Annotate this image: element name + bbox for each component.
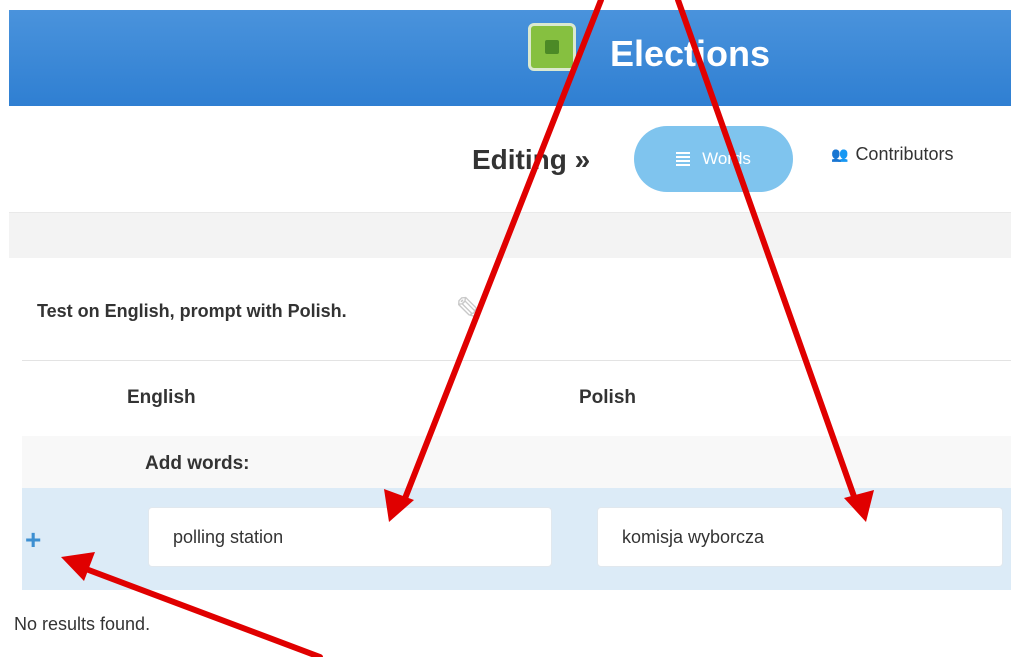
tab-words[interactable]: Words <box>634 126 793 192</box>
add-words-label: Add words: <box>145 453 250 474</box>
section-divider <box>9 213 1011 258</box>
english-word-input[interactable] <box>148 507 552 567</box>
pencil-icon[interactable]: ✎ <box>455 293 484 327</box>
new-word-row: + <box>22 488 1011 590</box>
elections-logo-icon[interactable] <box>528 23 576 71</box>
list-icon <box>676 152 691 166</box>
no-results-message: No results found. <box>14 614 151 634</box>
tab-contributors[interactable]: 👥 Contributors <box>831 144 953 165</box>
add-words-row: Add words: <box>22 436 1011 488</box>
tab-words-label: Words <box>702 149 751 168</box>
logo-mark <box>545 40 559 54</box>
column-header-polish: Polish <box>579 387 637 408</box>
tab-contributors-label: Contributors <box>855 144 954 164</box>
polish-word-input[interactable] <box>597 507 1003 567</box>
app-header: Elections <box>9 10 1011 106</box>
editing-label: Editing » <box>472 144 591 175</box>
plus-icon[interactable]: + <box>25 526 41 554</box>
editing-nav: Editing » Words 👥 Contributors <box>9 106 1011 213</box>
app-title[interactable]: Elections <box>610 36 770 72</box>
page: Elections Editing » Words 👥 Contributors… <box>0 0 1011 657</box>
table-header: English Polish <box>22 360 1011 437</box>
test-description: Test on English, prompt with Polish. <box>37 301 347 321</box>
group-icon: 👥 <box>831 146 848 162</box>
column-header-english: English <box>127 387 196 408</box>
